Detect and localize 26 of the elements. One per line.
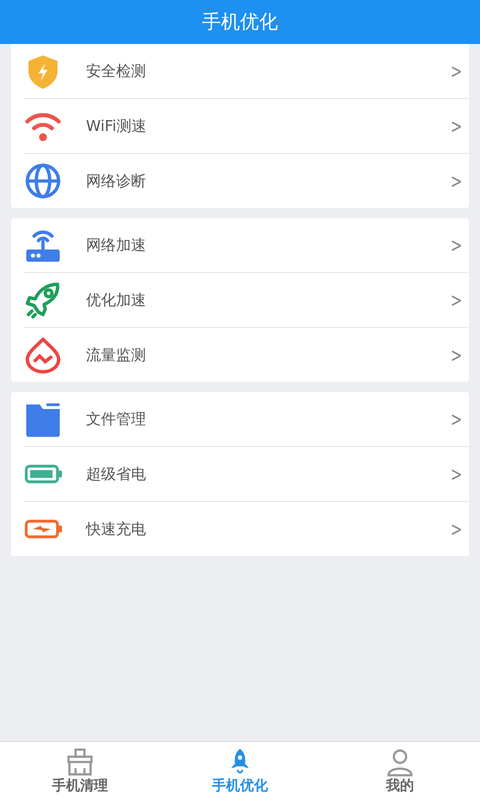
tab[interactable]: 手机清理 [0,742,160,800]
menu-item-label[interactable]: 网络诊断 [86,172,448,190]
chevron-icon: > [450,407,462,431]
tab[interactable]: 我的 [320,742,480,800]
globe-icon [24,162,62,200]
chevron-icon: > [450,462,462,486]
chevron-icon: > [450,517,462,541]
screen-title: 手机优化 [202,10,278,35]
menu-item-label[interactable]: 优化加速 [86,290,448,310]
chevron-icon: > [450,169,462,193]
chevron-icon: > [450,288,462,312]
broom-icon [65,747,95,777]
rocket-icon [24,281,62,319]
menu-item-label[interactable]: 快速充电 [86,520,448,538]
menu-item-label[interactable]: 流量监测 [86,346,448,364]
menu-item-label[interactable]: 网络加速 [86,236,448,254]
menu-item-label[interactable]: 安全检测 [86,62,448,80]
person-icon [385,747,415,777]
chevron-icon: > [450,114,462,138]
chevron-icon: > [450,233,462,257]
menu-item-label[interactable]: 文件管理 [86,410,448,428]
chevron-icon: > [450,59,462,83]
menu-item-label[interactable]: 超级省电 [86,464,448,484]
chevron-icon: > [450,343,462,367]
menu-item-label[interactable]: WiFi测速 [86,116,448,136]
drop-icon [24,336,62,374]
